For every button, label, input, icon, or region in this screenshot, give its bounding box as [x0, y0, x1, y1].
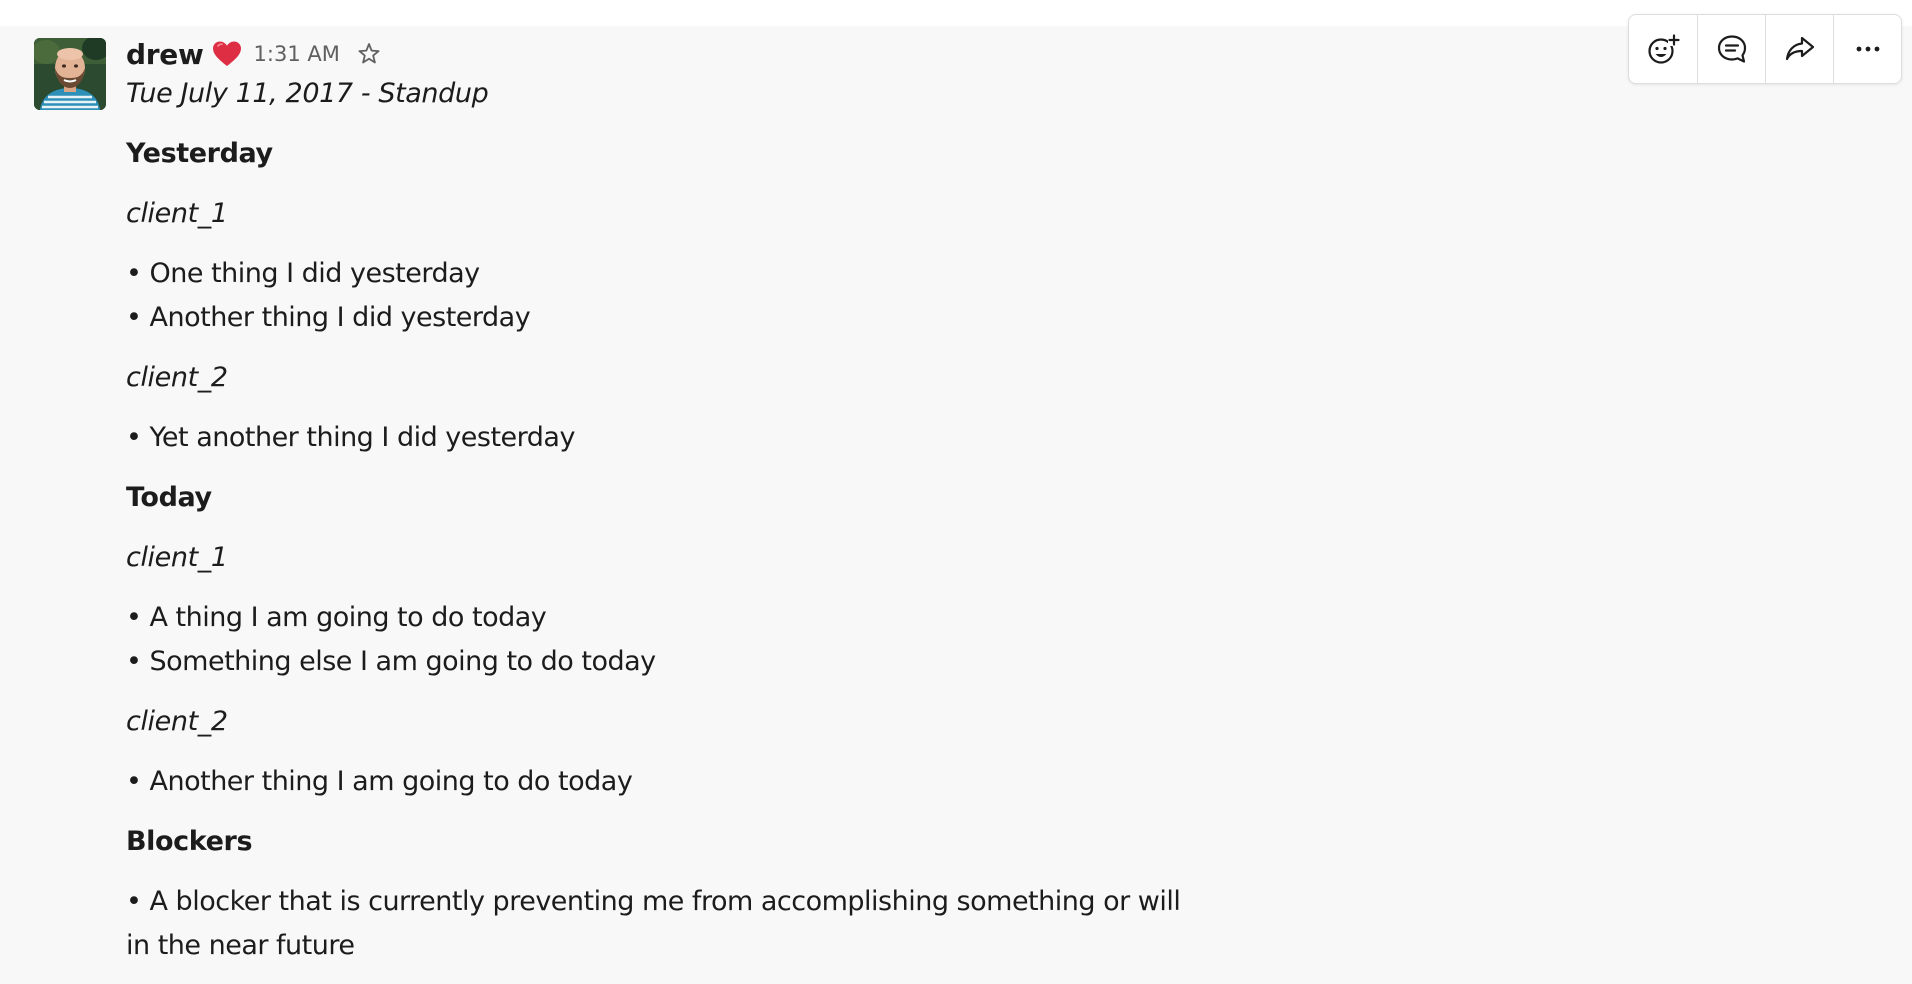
section-heading-blockers: Blockers	[126, 826, 253, 857]
list-item: • Something else I am going to do today	[126, 646, 656, 677]
share-arrow-icon	[1785, 36, 1814, 61]
share-message-button[interactable]	[1765, 15, 1833, 83]
section-heading-today: Today	[126, 482, 212, 513]
client-label: client_2	[126, 362, 228, 393]
message-header: drew 1:31 AM	[126, 34, 382, 74]
list-item: • Another thing I am going to do today	[126, 766, 633, 797]
client-label: client_1	[126, 198, 228, 229]
list-item: • Yet another thing I did yesterday	[126, 422, 575, 453]
section-heading-yesterday: Yesterday	[126, 138, 273, 169]
client-label: client_2	[126, 706, 228, 737]
top-strip	[0, 0, 1912, 26]
comment-icon	[1717, 35, 1746, 63]
list-item: • A thing I am going to do today	[126, 602, 547, 633]
author-name[interactable]: drew	[126, 38, 204, 71]
list-item: • A blocker that is currently preventing…	[126, 886, 1181, 917]
heart-icon	[212, 40, 242, 68]
message-timestamp[interactable]: 1:31 AM	[254, 42, 340, 66]
avatar[interactable]	[34, 38, 106, 110]
list-item: • One thing I did yesterday	[126, 258, 480, 289]
more-actions-button[interactable]	[1833, 15, 1901, 83]
message-actions-toolbar	[1628, 14, 1902, 84]
emoji-add-icon	[1648, 34, 1680, 64]
ellipsis-icon	[1856, 46, 1879, 52]
start-thread-button[interactable]	[1697, 15, 1765, 83]
star-icon[interactable]	[356, 41, 382, 67]
list-item-continuation: in the near future	[126, 930, 355, 961]
avatar-image	[34, 38, 106, 110]
message-title: Tue July 11, 2017 - Standup	[126, 78, 489, 109]
list-item: • Another thing I did yesterday	[126, 302, 531, 333]
message-container[interactable]: drew 1:31 AM Tue July 11, 2017 - Standup…	[0, 14, 1912, 984]
client-label: client_1	[126, 542, 228, 573]
add-reaction-button[interactable]	[1629, 15, 1697, 83]
